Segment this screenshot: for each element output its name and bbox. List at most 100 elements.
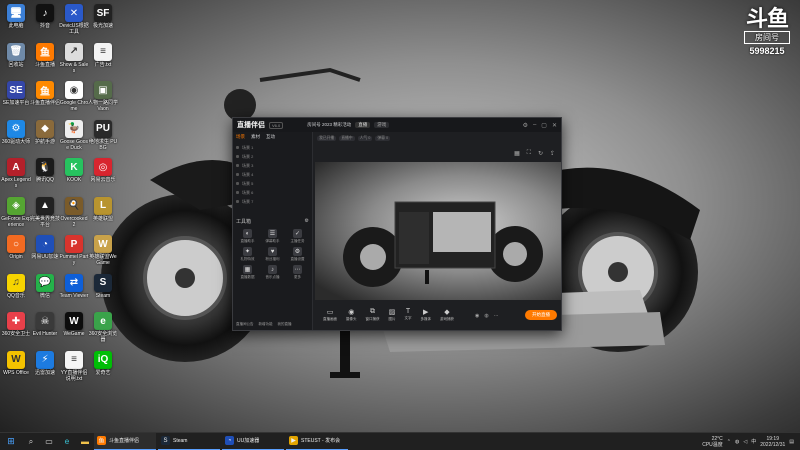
notification-icon[interactable]: ▤ (789, 439, 794, 445)
task-view-icon[interactable]: ▭ (40, 433, 58, 450)
source-button[interactable]: ◆ 游戏捕获 (440, 308, 454, 322)
desktop-shortcut[interactable]: ≡ 广告.txt (88, 42, 118, 68)
source-button[interactable]: T 文字 (405, 308, 412, 322)
volume-icon[interactable]: ◁ (743, 439, 747, 445)
desktop-shortcut[interactable]: 💬 微信 (30, 273, 60, 299)
weather-widget[interactable]: 22°C CPU温度 (702, 436, 723, 448)
desktop-shortcut[interactable]: ◆ 护航手游 (30, 119, 60, 145)
desktop-shortcut[interactable]: 🐧 腾讯QQ (30, 158, 60, 183)
desktop-shortcut[interactable]: P Pummel Party (59, 235, 89, 266)
desktop-shortcut[interactable]: ♫ QQ音乐 (1, 273, 31, 299)
desktop-shortcut[interactable]: 🗑 回收站 (1, 42, 31, 68)
source-button[interactable]: ▶ 多媒体 (421, 308, 432, 322)
streaming-app-window[interactable]: 直播伴侣 V6.0 房间号 2023 精彩活动 直播 游戏 ⚙ – ▢ ✕ 场景… (232, 117, 562, 331)
tool-button[interactable]: ⋯ 更多 (286, 265, 309, 280)
tab-scene[interactable]: 场景 (236, 134, 245, 140)
scene-item[interactable]: 场景 7 (236, 197, 309, 206)
desktop-shortcut[interactable]: ◎ 网易云音乐 (88, 158, 118, 183)
tool-button[interactable]: ✦ 礼物特效 (236, 247, 259, 262)
tool-button[interactable]: ◐ 直播助手 (236, 229, 259, 244)
desktop-shortcut[interactable]: ☠ Evil Hunter (30, 312, 60, 337)
tab-interact[interactable]: 互动 (266, 134, 275, 140)
tool-button[interactable]: ⚙ 直播设置 (286, 247, 309, 262)
source-button[interactable]: ⧉ 窗口捕获 (366, 308, 380, 322)
start-stream-button[interactable]: 开始直播 (525, 310, 557, 320)
more-icon[interactable]: ⋯ (494, 313, 499, 319)
desktop-shortcut[interactable]: SE SE加速平台 (1, 81, 31, 106)
source-button[interactable]: ▨ 图片 (389, 308, 396, 322)
desktop-shortcut[interactable]: ⇄ Team Viewer (59, 273, 89, 299)
footer-link-notice[interactable]: 直播间公告 (236, 322, 254, 327)
room-chip[interactable]: 直播 (355, 122, 371, 128)
desktop-shortcut[interactable]: SF 极光加速 (88, 4, 118, 29)
clock[interactable]: 19:19 2022/12/31 (760, 436, 785, 448)
desktop-shortcut[interactable]: W WeGame (59, 312, 89, 337)
desktop-shortcut[interactable]: 鱼斗鱼直播伴侣 (30, 81, 60, 106)
desktop-shortcut[interactable]: ▣ 人物一路同学 Vaon (88, 81, 118, 112)
desktop-shortcut[interactable]: ⚙ 360驱动大师 (1, 119, 31, 145)
tool-button[interactable]: ✓ 主播任务 (286, 229, 309, 244)
desktop-shortcut[interactable]: ✕ DevicUS根据工具 (59, 4, 89, 35)
tool-button[interactable]: ♪ 音乐点播 (261, 265, 284, 280)
tool-button[interactable]: ♥ 粉丝福利 (261, 247, 284, 262)
desktop-shortcut[interactable]: 🦆 Goose Goose Duck (59, 119, 89, 151)
desktop-shortcut[interactable]: ◉ Google Chrome (59, 81, 89, 112)
maximize-icon[interactable]: ▢ (541, 122, 547, 129)
network-icon[interactable]: ◍ (735, 439, 739, 445)
mic-icon[interactable]: ◉ (475, 313, 479, 319)
taskbar-app-button[interactable]: ◔ UU加速器 (222, 433, 284, 450)
desktop-shortcut[interactable]: ↗ Show & Sales (59, 42, 89, 74)
desktop-shortcut[interactable]: S Steam (88, 273, 118, 299)
tray-expand-icon[interactable]: ⌃ (727, 439, 731, 445)
desktop-shortcut[interactable]: ◔ 网易UU加速 (30, 235, 60, 260)
fullscreen-icon[interactable]: ⛶ (527, 150, 531, 157)
desktop-shortcut[interactable]: ≡ YY直播伴侣说明.txt (59, 350, 89, 382)
desktop-shortcut[interactable]: W WPS Office (1, 350, 31, 376)
layout-icon[interactable]: ▦ (514, 150, 520, 157)
edge-icon[interactable]: e (58, 433, 76, 450)
desktop-shortcut[interactable]: ⚡ 迅雷加速 (30, 350, 60, 376)
desktop-shortcut[interactable]: 鱼斗鱼直播 (30, 42, 60, 68)
desktop-shortcut[interactable]: ▲ 完美世界竞技平台 (30, 196, 60, 228)
file-explorer-icon[interactable]: ▬ (76, 433, 94, 450)
search-icon[interactable]: ⌕ (22, 433, 40, 450)
scene-item[interactable]: 场景 3 (236, 161, 309, 170)
minimize-icon[interactable]: – (533, 122, 536, 129)
ime-icon[interactable]: 中 (751, 438, 756, 445)
tool-button[interactable]: ▦ 直播数据 (236, 265, 259, 280)
start-button[interactable]: ⊞ (0, 433, 22, 450)
scene-item[interactable]: 场景 1 (236, 143, 309, 152)
desktop-shortcut[interactable]: 🍳 Overcooked 2 (59, 196, 89, 228)
footer-link-mine[interactable]: 我的直播 (278, 322, 292, 327)
speaker-icon[interactable]: ◍ (484, 313, 488, 319)
refresh-icon[interactable]: ↻ (538, 150, 543, 157)
desktop-shortcut[interactable]: 🖥 此电脑 (1, 4, 31, 29)
scene-item[interactable]: 场景 6 (236, 188, 309, 197)
source-button[interactable]: ◉ 摄像头 (346, 308, 357, 322)
taskbar-app-button[interactable]: 鱼斗鱼直播伴侣 (94, 432, 156, 450)
toolbox-settings-icon[interactable]: ⚙ (305, 218, 309, 225)
close-icon[interactable]: ✕ (552, 122, 557, 129)
desktop-shortcut[interactable]: L 英雄联盟 (88, 196, 118, 222)
desktop-shortcut[interactable]: K KOOK (59, 158, 89, 183)
desktop-shortcut[interactable]: W 英雄联盟WeGame (88, 235, 118, 266)
desktop-shortcut[interactable]: ○ Origin (1, 235, 31, 260)
tool-button[interactable]: ☰ 弹幕助手 (261, 229, 284, 244)
footer-link-new[interactable]: 新增功能 (259, 322, 273, 327)
taskbar-app-button[interactable]: ▶ STEUST - 发布会 (286, 433, 348, 450)
desktop-shortcut[interactable]: iQ 爱奇艺 (88, 350, 118, 376)
desktop-shortcut[interactable]: PU 绝地求生 PUBG (88, 119, 118, 151)
source-button[interactable]: ▭ 直播画面 (323, 308, 337, 322)
scene-item[interactable]: 场景 5 (236, 179, 309, 188)
app-titlebar[interactable]: 直播伴侣 V6.0 房间号 2023 精彩活动 直播 游戏 ⚙ – ▢ ✕ (233, 118, 561, 132)
share-icon[interactable]: ⇪ (550, 150, 555, 157)
stream-preview[interactable] (315, 162, 561, 300)
taskbar-app-button[interactable]: S Steam (158, 433, 220, 450)
scene-item[interactable]: 场景 2 (236, 152, 309, 161)
category-chip[interactable]: 游戏 (374, 122, 390, 128)
settings-icon[interactable]: ⚙ (523, 122, 528, 129)
scene-item[interactable]: 场景 4 (236, 170, 309, 179)
desktop-shortcut[interactable]: e 360安全浏览器 (88, 312, 118, 343)
desktop-shortcut[interactable]: ✚ 360安全卫士 (1, 312, 31, 337)
tab-assets[interactable]: 素材 (251, 134, 260, 140)
